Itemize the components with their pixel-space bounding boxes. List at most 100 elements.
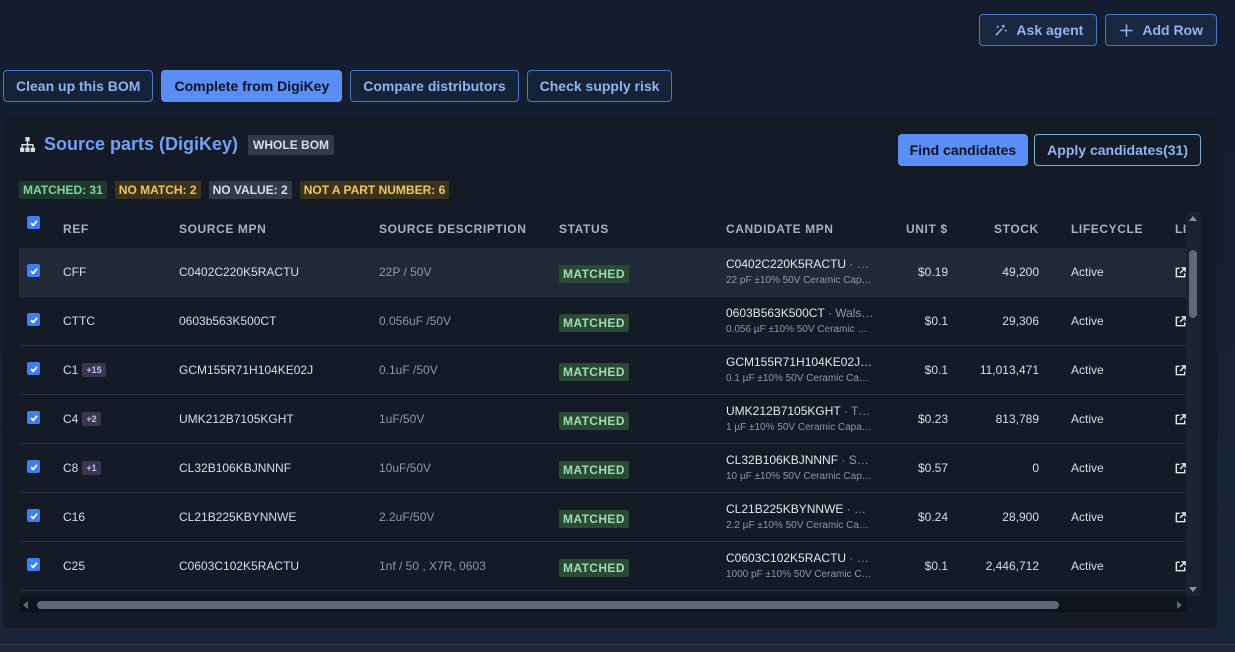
ref-more-badge[interactable]: +1: [82, 461, 101, 475]
lifecycle-cell: Active: [1071, 265, 1104, 279]
find-candidates-button[interactable]: Find candidates: [897, 134, 1029, 166]
candidate-description: 1 µF ±10% 50V Ceramic Capa…: [726, 422, 872, 433]
candidate-description: 10 µF ±10% 50V Ceramic Cap…: [726, 471, 872, 482]
wand-icon: [995, 24, 1008, 36]
candidate-mpn-cell[interactable]: CL32B106KBJNNNF · S…: [726, 453, 874, 467]
candidate-mpn-cell[interactable]: 0603B563K500CT · Wals…: [726, 306, 874, 320]
table-row[interactable]: C1 +15 GCM155R71H104KE02J 0.1uF /50V MATC…: [19, 346, 1186, 395]
candidate-manufacturer: · Wals…: [824, 306, 874, 320]
quick-actions: Clean up this BOM Complete from DigiKey …: [3, 70, 673, 102]
row-checkbox[interactable]: [27, 558, 40, 571]
ref-value: C8: [63, 461, 79, 475]
check-icon: [29, 463, 38, 471]
row-checkbox[interactable]: [27, 313, 40, 326]
top-toolbar: Ask agent Add Row: [979, 14, 1217, 46]
scroll-up-arrow[interactable]: [1189, 216, 1197, 221]
ref-more-badge[interactable]: +2: [82, 412, 101, 426]
lifecycle-cell: Active: [1071, 412, 1104, 426]
candidate-mpn-cell[interactable]: C0603C102K5RACTU · …: [726, 551, 874, 565]
scroll-left-arrow[interactable]: [23, 601, 28, 609]
row-checkbox[interactable]: [27, 460, 40, 473]
table-row[interactable]: CTTC 0603b563K500CT 0.056uF /50V MATCHED…: [19, 297, 1186, 346]
stock-cell: 29,306: [1002, 314, 1039, 328]
status-badge: MATCHED: [559, 461, 629, 479]
candidate-manufacturer: · …: [846, 257, 869, 271]
ref-cell: CFF: [63, 265, 86, 279]
check-icon: [29, 267, 38, 275]
candidate-mpn: GCM155R71H104KE02J…: [726, 355, 873, 369]
status-badge: MATCHED: [559, 314, 629, 332]
table-row[interactable]: CFF C0402C220K5RACTU 22P / 50V MATCHED C…: [19, 248, 1186, 297]
lifecycle-cell: Active: [1071, 461, 1104, 475]
candidate-mpn-cell[interactable]: UMK212B7105KGHT · T…: [726, 404, 874, 418]
ref-value: C16: [63, 510, 86, 524]
candidate-description: 2.2 µF ±10% 50V Ceramic Ca…: [726, 520, 869, 531]
col-source-description[interactable]: SOURCE DESCRIPTION: [379, 222, 526, 236]
clean-up-bom-button[interactable]: Clean up this BOM: [3, 70, 154, 102]
col-ref[interactable]: REF: [63, 222, 89, 236]
vertical-scroll-thumb[interactable]: [1189, 250, 1197, 318]
check-supply-risk-button[interactable]: Check supply risk: [526, 70, 673, 102]
col-candidate-mpn[interactable]: CANDIDATE MPN: [726, 222, 834, 236]
not-part-number-count-badge[interactable]: NOT A PART NUMBER: 6: [299, 181, 450, 199]
candidate-mpn-cell[interactable]: C0402C220K5RACTU · …: [726, 257, 874, 271]
stock-cell: 49,200: [1002, 265, 1039, 279]
candidate-mpn-cell[interactable]: CL21B225KBYNNWE · …: [726, 502, 874, 516]
complete-from-digikey-button[interactable]: Complete from DigiKey: [161, 70, 343, 102]
check-icon: [29, 219, 38, 227]
source-description-cell: 1nf / 50 , X7R, 0603: [379, 559, 486, 573]
row-checkbox[interactable]: [27, 362, 40, 375]
panel-title: Source parts (DigiKey): [44, 134, 239, 154]
vertical-scrollbar[interactable]: [1186, 212, 1201, 596]
source-mpn-cell: CL32B106KBJNNNF: [179, 461, 292, 475]
horizontal-scrollbar[interactable]: [19, 597, 1186, 612]
row-checkbox[interactable]: [27, 411, 40, 424]
table-row[interactable]: C4 +2 UMK212B7105KGHT 1uF/50V MATCHED UMK…: [19, 395, 1186, 444]
match-stats: MATCHED: 31 NO MATCH: 2 NO VALUE: 2 NOT …: [19, 181, 450, 199]
candidate-manufacturer: · T…: [840, 404, 871, 418]
plus-icon: [1120, 23, 1133, 37]
apply-candidates-button[interactable]: Apply candidates(31): [1034, 134, 1201, 166]
unit-price-cell: $0.19: [917, 265, 948, 279]
unit-price-cell: $0.1: [924, 363, 948, 377]
no-match-count-badge[interactable]: NO MATCH: 2: [114, 181, 201, 199]
candidate-mpn-cell[interactable]: GCM155R71H104KE02J…: [726, 355, 874, 369]
check-icon: [29, 512, 38, 520]
status-badge: MATCHED: [559, 265, 629, 283]
col-stock[interactable]: STOCK: [994, 222, 1039, 236]
col-lifecycle[interactable]: LIFECYCLE: [1071, 222, 1143, 236]
no-value-count-badge[interactable]: NO VALUE: 2: [208, 181, 292, 199]
unit-price-cell: $0.57: [917, 461, 948, 475]
select-all-checkbox[interactable]: [27, 216, 40, 229]
status-badge: MATCHED: [559, 412, 629, 430]
source-mpn-cell: C0402C220K5RACTU: [179, 265, 300, 279]
status-badge: MATCHED: [559, 510, 629, 528]
row-checkbox[interactable]: [27, 264, 40, 277]
candidate-description: 0.1 µF ±10% 50V Ceramic Cap…: [726, 373, 874, 384]
row-checkbox[interactable]: [27, 509, 40, 522]
hierarchy-icon: [20, 137, 35, 152]
ref-value: C4: [63, 412, 79, 426]
table-row[interactable]: C8 +1 CL32B106KBJNNNF 10uF/50V MATCHED CL…: [19, 444, 1186, 493]
scroll-down-arrow[interactable]: [1189, 587, 1197, 592]
matched-count-badge[interactable]: MATCHED: 31: [19, 181, 107, 199]
col-source-mpn[interactable]: SOURCE MPN: [179, 222, 266, 236]
source-description-cell: 0.1uF /50V: [379, 363, 438, 377]
source-parts-panel: Source parts (DigiKey) WHOLE BOM Find ca…: [3, 118, 1217, 628]
check-icon: [29, 561, 38, 569]
ref-more-badge[interactable]: +15: [82, 363, 106, 377]
lifecycle-cell: Active: [1071, 314, 1104, 328]
table-row[interactable]: C25 C0603C102K5RACTU 1nf / 50 , X7R, 060…: [19, 542, 1186, 591]
compare-distributors-button[interactable]: Compare distributors: [350, 70, 519, 102]
col-unit-price[interactable]: UNIT $: [906, 222, 948, 236]
table-header: REF SOURCE MPN SOURCE DESCRIPTION STATUS…: [19, 212, 1186, 248]
candidate-mpn: CL21B225KBYNNWE: [726, 502, 844, 516]
table-row[interactable]: C16 CL21B225KBYNNWE 2.2uF/50V MATCHED CL…: [19, 493, 1186, 542]
ref-cell: C4 +2: [63, 412, 101, 426]
scroll-right-arrow[interactable]: [1177, 601, 1182, 609]
ask-agent-button[interactable]: Ask agent: [979, 14, 1098, 46]
add-row-button[interactable]: Add Row: [1105, 14, 1217, 46]
horizontal-scroll-thumb[interactable]: [37, 601, 1059, 609]
source-mpn-cell: UMK212B7105KGHT: [179, 412, 294, 426]
col-status[interactable]: STATUS: [559, 222, 609, 236]
